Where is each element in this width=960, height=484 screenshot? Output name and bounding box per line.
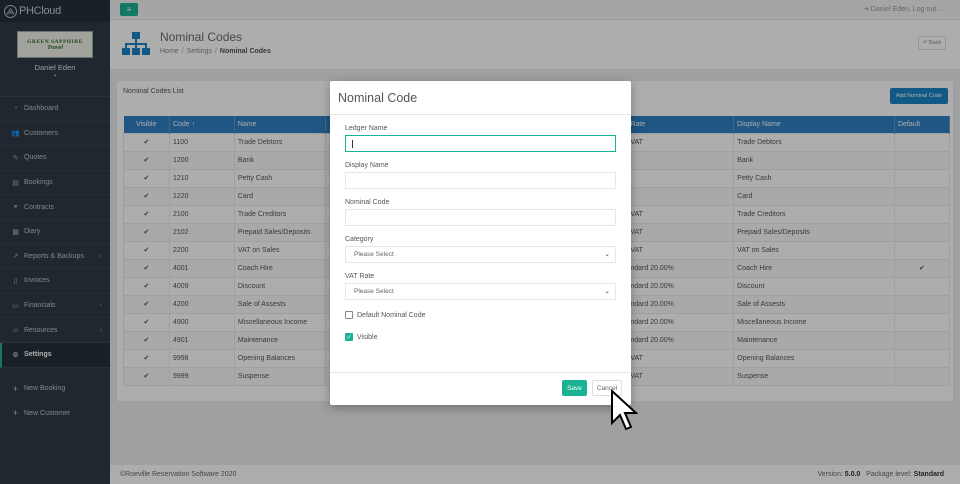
chevron-down-icon: ⌄ — [604, 288, 610, 295]
default-nominal-code-checkbox[interactable] — [345, 311, 353, 319]
modal-title: Nominal Code — [338, 90, 418, 105]
chevron-down-icon: ⌄ — [604, 251, 610, 258]
modal-header: Nominal Code — [330, 81, 631, 115]
modal-footer: Save Cancel — [330, 372, 631, 405]
save-button[interactable]: Save — [562, 380, 587, 396]
display-name-group: Display Name — [345, 162, 616, 189]
ledger-name-group: Ledger Name — [345, 125, 616, 152]
mouse-pointer-icon — [610, 388, 639, 435]
default-nominal-code-row: Default Nominal Code — [345, 311, 425, 319]
vat-rate-select[interactable]: Please Select ⌄ — [345, 283, 616, 300]
ledger-name-input[interactable] — [345, 135, 616, 152]
category-group: Category Please Select ⌄ — [345, 236, 616, 263]
category-select-value: Please Select — [354, 251, 394, 258]
category-select[interactable]: Please Select ⌄ — [345, 246, 616, 263]
vat-rate-select-value: Please Select — [354, 288, 394, 295]
default-nominal-code-label: Default Nominal Code — [357, 311, 426, 319]
nominal-code-group: Nominal Code — [345, 199, 616, 226]
visible-checkbox[interactable]: ✓ — [345, 333, 353, 341]
vat-rate-label: VAT Rate — [345, 273, 375, 280]
vat-rate-group: VAT Rate Please Select ⌄ — [345, 273, 616, 300]
nominal-code-modal: Nominal Code Ledger Name Display Name No… — [330, 81, 631, 405]
display-name-input[interactable] — [345, 172, 616, 189]
nominal-code-label: Nominal Code — [345, 199, 390, 206]
check-icon: ✓ — [346, 334, 352, 341]
nominal-code-input[interactable] — [345, 209, 616, 226]
category-label: Category — [345, 236, 374, 243]
visible-row: ✓ Visible — [345, 333, 378, 341]
display-name-label: Display Name — [345, 162, 389, 169]
text-caret — [352, 140, 353, 148]
visible-label: Visible — [357, 333, 378, 341]
ledger-name-label: Ledger Name — [345, 125, 388, 132]
